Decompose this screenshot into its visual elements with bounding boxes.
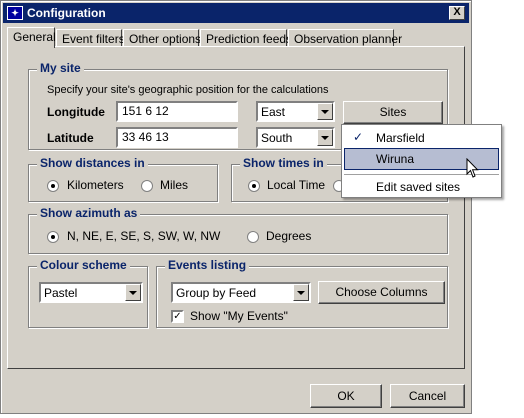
compass-points-label: N, NE, E, SE, S, SW, W, NW (67, 229, 221, 243)
latitude-direction-value: South (261, 131, 293, 145)
menu-item-label: Wiruna (376, 152, 415, 166)
menu-item-label: Marsfield (376, 131, 425, 145)
events-listing-title: Events listing (165, 258, 250, 272)
events-listing-select[interactable]: Group by Feed (171, 282, 311, 303)
longitude-direction-value: East (261, 105, 286, 119)
chevron-down-icon[interactable] (125, 284, 141, 301)
title-bar[interactable]: ✦ Configuration X (3, 3, 469, 23)
tab-observation-planner[interactable]: Observation planner (288, 29, 402, 47)
miles-radio[interactable] (141, 180, 153, 192)
chevron-down-icon[interactable] (293, 284, 309, 301)
window-title: Configuration (27, 6, 106, 20)
azimuth-group: Show azimuth as N, NE, E, SE, S, SW, W, … (28, 206, 448, 254)
degrees-radio[interactable] (247, 231, 259, 243)
colour-scheme-select[interactable]: Pastel (39, 282, 143, 303)
colour-scheme-group: Colour scheme Pastel (28, 258, 148, 328)
tab-event-filters[interactable]: Event filters (56, 29, 125, 47)
longitude-input[interactable]: 151 6 12 (116, 101, 238, 122)
chevron-down-icon[interactable] (317, 129, 333, 146)
menu-item-marsfield[interactable]: ✓ Marsfield (344, 127, 499, 149)
sites-button[interactable]: Sites (343, 101, 443, 124)
colour-scheme-value: Pastel (44, 286, 78, 300)
local-time-radio[interactable] (248, 180, 260, 192)
general-tab-panel: My site Specify your site's geographic p… (7, 46, 465, 369)
compass-points-radio[interactable] (47, 231, 59, 243)
latitude-direction-select[interactable]: South (256, 127, 335, 148)
my-site-description: Specify your site's geographic position … (47, 84, 329, 96)
choose-columns-button[interactable]: Choose Columns (318, 281, 445, 304)
longitude-direction-select[interactable]: East (256, 101, 335, 122)
distances-group: Show distances in Kilometers Miles (28, 156, 218, 202)
menu-item-label: Edit saved sites (376, 180, 461, 194)
my-site-title: My site (37, 61, 84, 75)
times-title: Show times in (240, 156, 327, 170)
longitude-label: Longitude (47, 105, 105, 119)
show-my-events-label: Show "My Events" (190, 309, 288, 323)
events-listing-group: Events listing Group by Feed Choose Colu… (156, 258, 448, 328)
tab-other-options[interactable]: Other options (123, 29, 201, 47)
miles-label: Miles (160, 178, 189, 192)
local-time-label: Local Time (267, 178, 326, 192)
tab-general[interactable]: General (7, 27, 56, 48)
degrees-label: Degrees (266, 229, 312, 243)
latitude-label: Latitude (47, 131, 94, 145)
events-listing-value: Group by Feed (176, 286, 257, 300)
ok-button[interactable]: OK (310, 384, 382, 408)
kilometers-radio[interactable] (47, 180, 59, 192)
latitude-input[interactable]: 33 46 13 (116, 127, 238, 148)
distances-title: Show distances in (37, 156, 148, 170)
cursor-icon (466, 158, 479, 178)
starfield-icon: ✦ (7, 6, 23, 20)
show-my-events-checkbox[interactable]: ✓ (171, 310, 184, 323)
chevron-down-icon[interactable] (317, 103, 333, 120)
azimuth-title: Show azimuth as (37, 206, 141, 220)
colour-scheme-title: Colour scheme (37, 258, 130, 272)
close-button[interactable]: X (449, 6, 465, 20)
tab-prediction-feeds[interactable]: Prediction feeds (200, 29, 292, 47)
kilometers-label: Kilometers (67, 178, 124, 192)
configuration-dialog: ✦ Configuration X General Event filters … (0, 0, 472, 414)
checkmark-icon: ✓ (353, 130, 364, 144)
cancel-button[interactable]: Cancel (390, 384, 465, 408)
